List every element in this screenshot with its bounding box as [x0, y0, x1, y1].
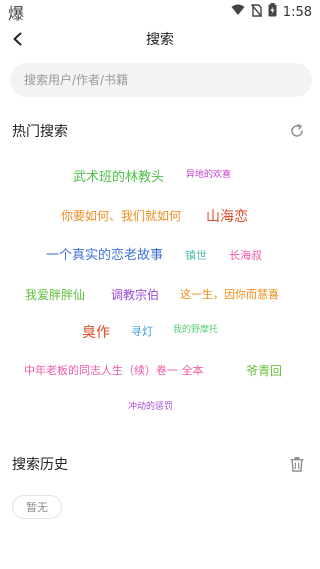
status-time: 1:58 [282, 4, 312, 20]
hot-tag[interactable]: 我爱胖胖仙 [25, 289, 85, 301]
wifi-icon [231, 4, 245, 20]
status-left: 爆 [8, 0, 24, 24]
hot-tag[interactable]: 异地的欢喜 [186, 171, 231, 180]
clear-history-button[interactable] [286, 453, 308, 475]
hot-tag[interactable]: 我的野摩托 [173, 326, 218, 335]
hot-tag[interactable]: 中年老板的同志人生（续）卷一 全本 [24, 365, 204, 376]
hot-tag[interactable]: 山海恋 [206, 210, 248, 224]
search-page: 爆 1:58 搜索 搜索用户/作者/书籍 热门搜索 武术班的林教头 异地的欢喜 … [0, 0, 320, 569]
hot-tag[interactable]: 冲动的惩罚 [128, 403, 173, 412]
chevron-left-icon [13, 32, 22, 46]
header: 搜索 [0, 24, 320, 54]
history-title: 搜索历史 [12, 457, 68, 473]
no-sim-icon [250, 3, 262, 21]
history-header: 搜索历史 [12, 453, 308, 475]
hot-tag[interactable]: 爷青回 [246, 365, 282, 377]
status-right: 1:58 [231, 3, 312, 21]
back-button[interactable] [6, 27, 30, 51]
status-bar: 爆 1:58 [0, 0, 320, 24]
hot-tag[interactable]: 这一生，因你而慧喜 [180, 289, 279, 300]
hot-search-title: 热门搜索 [12, 124, 68, 140]
trash-icon [290, 457, 304, 472]
refresh-icon [291, 124, 303, 137]
refresh-button[interactable] [286, 120, 308, 142]
battery-charging-icon [268, 3, 277, 21]
notification-glyph: 爆 [8, 4, 25, 23]
hot-tag[interactable]: 调教宗伯 [111, 289, 159, 301]
hot-tag[interactable]: 寻灯 [131, 326, 153, 337]
hot-tag[interactable]: 镇世 [185, 250, 207, 261]
hot-tag[interactable]: 臭作 [82, 326, 110, 340]
hot-search-header: 热门搜索 [12, 120, 308, 142]
hot-tag[interactable]: 你要如何、我们就如何 [61, 210, 181, 222]
history-empty-chip: 暂无 [12, 495, 62, 519]
search-input[interactable] [22, 72, 300, 88]
hot-tag[interactable]: 一个真实的恋老故事 [46, 249, 163, 262]
page-title: 搜索 [146, 32, 174, 48]
search-bar[interactable] [10, 63, 312, 97]
hot-tag[interactable]: 长海叔 [229, 250, 262, 261]
history-empty-label: 暂无 [26, 501, 48, 514]
hot-tag[interactable]: 武术班的林教头 [73, 171, 164, 184]
